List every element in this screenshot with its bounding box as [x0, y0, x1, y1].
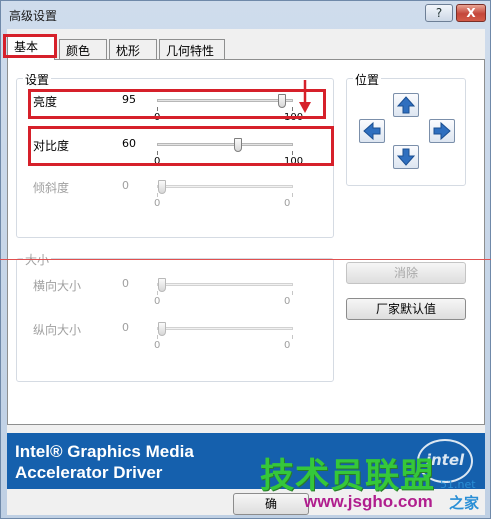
vertical-size-min: 0 — [154, 340, 161, 351]
arrow-up-icon — [396, 96, 416, 114]
banner-line-1: Intel® Graphics Media — [15, 442, 194, 461]
position-group: 位置 — [346, 71, 466, 186]
tilt-slider — [157, 180, 293, 194]
tick-mark — [292, 151, 293, 155]
tab-strip: 基本 颜色 枕形 几何特性 — [7, 35, 485, 60]
vertical-size-slider — [157, 322, 293, 336]
settings-group: 设置 亮度 95 0 100 对比度 60 0 100 倾斜度 0 0 0 — [16, 71, 334, 238]
horizontal-size-label: 横向大小 — [33, 279, 82, 293]
tick-mark — [157, 151, 158, 155]
annotation-line — [0, 259, 491, 260]
arrow-left-icon — [363, 121, 381, 141]
basic-panel: 设置 亮度 95 0 100 对比度 60 0 100 倾斜度 0 0 0 位置… — [7, 59, 485, 425]
annotation-arrow-icon — [299, 80, 311, 113]
settings-group-label: 设置 — [23, 71, 52, 88]
tick-mark — [292, 193, 293, 197]
vertical-size-row: 纵向大小 0 0 0 — [17, 317, 333, 357]
watermark-url: www.jsgho.com — [304, 492, 433, 511]
watermark-tail: 51.net — [440, 478, 476, 491]
close-button[interactable]: X — [456, 4, 486, 22]
brightness-slider-thumb[interactable] — [278, 94, 286, 108]
contrast-max: 100 — [284, 156, 304, 167]
tick-mark — [292, 291, 293, 295]
banner-line-2: Accelerator Driver — [15, 463, 163, 482]
tilt-min: 0 — [154, 198, 161, 209]
tab-basic[interactable]: 基本 — [7, 35, 55, 60]
factory-default-button[interactable]: 厂家默认值 — [346, 298, 466, 320]
horizontal-size-slider — [157, 278, 293, 292]
tick-mark — [157, 291, 158, 295]
vertical-size-max: 0 — [284, 340, 291, 351]
contrast-min: 0 — [154, 156, 161, 167]
tick-mark — [157, 335, 158, 339]
tab-geometry[interactable]: 几何特性 — [159, 39, 225, 59]
tilt-row: 倾斜度 0 0 0 — [17, 175, 333, 215]
title-bar[interactable]: 高级设置 ? X — [1, 1, 490, 29]
brightness-row: 亮度 95 0 100 — [17, 89, 333, 129]
size-group: 大小 横向大小 0 0 0 纵向大小 0 0 0 — [16, 251, 334, 382]
vertical-size-value: 0 — [122, 321, 129, 334]
arrow-right-button[interactable] — [429, 119, 455, 143]
arrow-right-icon — [433, 121, 451, 141]
tilt-slider-thumb — [158, 180, 166, 194]
brightness-slider[interactable] — [157, 94, 293, 108]
banner-title: Intel® Graphics Media Accelerator Driver — [15, 441, 194, 483]
undo-button: 消除 — [346, 262, 466, 284]
tick-mark — [292, 335, 293, 339]
brightness-value: 95 — [122, 93, 136, 106]
watermark-text: 技术员联盟 — [260, 456, 435, 496]
contrast-row: 对比度 60 0 100 — [17, 133, 333, 173]
window-title: 高级设置 — [9, 9, 58, 23]
contrast-slider-thumb[interactable] — [234, 138, 242, 152]
arrow-down-icon — [396, 148, 416, 166]
contrast-slider[interactable] — [157, 138, 293, 152]
tick-mark — [157, 107, 158, 111]
vertical-size-label: 纵向大小 — [33, 323, 82, 337]
horizontal-size-max: 0 — [284, 296, 291, 307]
watermark-cn: 之家 — [449, 494, 480, 512]
arrow-left-button[interactable] — [359, 119, 385, 143]
tick-mark — [157, 193, 158, 197]
horizontal-size-min: 0 — [154, 296, 161, 307]
vertical-size-slider-thumb — [158, 322, 166, 336]
brightness-min: 0 — [154, 112, 161, 123]
tilt-max: 0 — [284, 198, 291, 209]
help-button[interactable]: ? — [425, 4, 453, 22]
brightness-label: 亮度 — [33, 95, 58, 109]
contrast-label: 对比度 — [33, 139, 70, 153]
horizontal-size-slider-thumb — [158, 278, 166, 292]
arrow-up-button[interactable] — [393, 93, 419, 117]
tilt-label: 倾斜度 — [33, 181, 70, 195]
tab-color[interactable]: 颜色 — [59, 39, 107, 59]
tab-pincushion[interactable]: 枕形 — [109, 39, 157, 59]
contrast-value: 60 — [122, 137, 136, 150]
position-group-label: 位置 — [353, 71, 382, 88]
tilt-value: 0 — [122, 179, 129, 192]
horizontal-size-row: 横向大小 0 0 0 — [17, 273, 333, 313]
tick-mark — [292, 107, 293, 111]
horizontal-size-value: 0 — [122, 277, 129, 290]
arrow-down-button[interactable] — [393, 145, 419, 169]
dialog-client: 基本 颜色 枕形 几何特性 设置 亮度 95 0 100 对比度 60 0 10… — [3, 29, 485, 515]
